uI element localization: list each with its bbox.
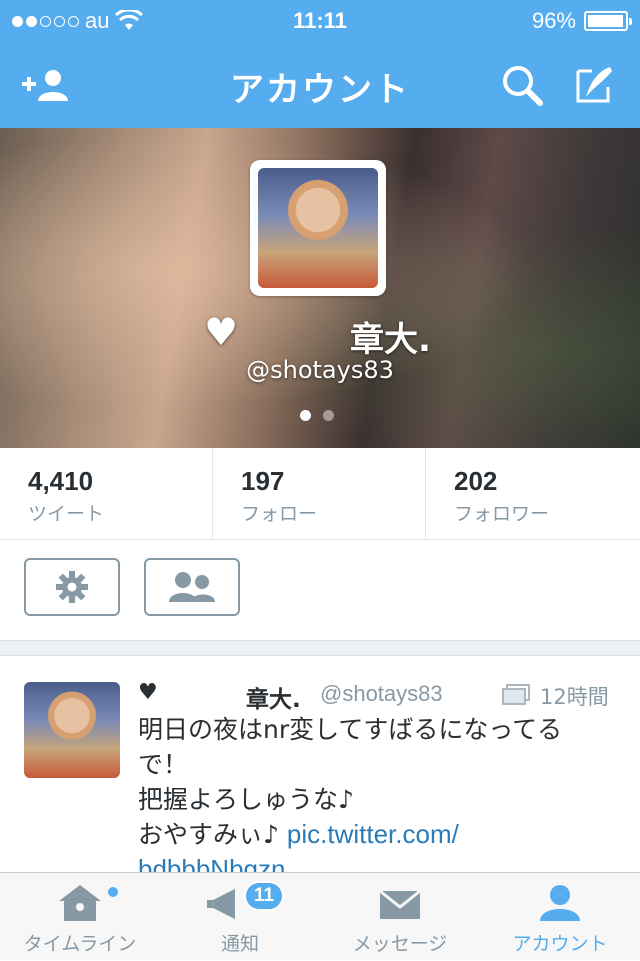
envelope-icon xyxy=(379,889,421,919)
new-tweets-indicator xyxy=(108,887,118,897)
tab-label: 通知 xyxy=(220,933,259,955)
status-bar: au 11:11 96% xyxy=(0,0,640,40)
stat-following-count: 197 xyxy=(241,466,285,496)
tweet-text-line: で！ xyxy=(138,750,189,779)
tweet-text-line: 把握よろしゅうな♪ xyxy=(138,785,354,814)
tweet-text-line: おやすみぃ♪ xyxy=(138,820,287,849)
tab-notifications[interactable]: 11 通知 xyxy=(160,873,320,961)
profile-stats: 4,410 ツイート 197 フォロー 202 フォロワー xyxy=(0,448,640,540)
page-dot xyxy=(323,410,334,421)
stat-followers-label: フォロワー xyxy=(454,503,550,525)
tweet-text-line: 明日の夜はnr変してすばるになってる xyxy=(138,715,563,744)
battery-percent: 96% xyxy=(531,8,576,33)
stat-tweets[interactable]: 4,410 ツイート xyxy=(0,448,213,540)
tweet-author-name: 章大. xyxy=(246,687,301,713)
profile-handle: @shotays83 xyxy=(246,356,394,384)
section-divider xyxy=(0,640,640,656)
stat-following-label: フォロー xyxy=(241,503,318,525)
profile-actions xyxy=(0,540,640,640)
page-dot-active xyxy=(300,410,311,421)
navigation-bar: アカウント xyxy=(0,40,640,128)
stat-tweets-label: ツイート xyxy=(28,503,105,525)
tab-messages[interactable]: メッセージ xyxy=(320,873,480,961)
tab-timeline[interactable]: タイムライン xyxy=(0,873,160,961)
tab-label: メッセージ xyxy=(352,933,448,955)
battery-icon xyxy=(584,11,632,31)
stat-tweets-count: 4,410 xyxy=(28,466,94,496)
heart-symbol: ♥ xyxy=(204,310,239,354)
media-icon xyxy=(502,684,530,705)
profile-name-row: ♥ 章大. xyxy=(0,310,640,360)
avatar-image xyxy=(258,168,378,288)
tweet-item[interactable]: ♥ 章大. @shotays83 12時間 明日の夜はnr変してすばるになってる… xyxy=(0,656,640,872)
tweet-link[interactable]: pic.twitter.com/ xyxy=(287,819,459,849)
settings-button[interactable] xyxy=(24,558,120,616)
compose-tweet-button[interactable] xyxy=(568,62,620,108)
tweet-link-continued[interactable]: bdbbbNbgzn xyxy=(138,854,285,872)
battery-status: 96% xyxy=(531,8,632,34)
people-icon xyxy=(169,572,215,602)
tweet-heart-symbol: ♥ xyxy=(138,680,158,705)
search-icon xyxy=(503,66,543,106)
search-button[interactable] xyxy=(496,62,548,108)
notification-badge: 11 xyxy=(244,881,284,911)
tweet-text: 明日の夜はnr変してすばるになってる で！ 把握よろしゅうな♪ おやすみぃ♪ p… xyxy=(138,712,618,872)
person-icon xyxy=(540,885,580,921)
people-button[interactable] xyxy=(144,558,240,616)
tweet-timestamp: 12時間 xyxy=(540,685,609,709)
compose-icon xyxy=(576,67,612,103)
home-icon xyxy=(59,885,101,921)
profile-avatar[interactable] xyxy=(250,160,386,296)
stat-followers[interactable]: 202 フォロワー xyxy=(426,448,640,540)
tweet-header: ♥ 章大. @shotays83 12時間 xyxy=(138,680,618,713)
tab-label: アカウント xyxy=(512,933,608,955)
gear-icon xyxy=(56,571,88,603)
stat-following[interactable]: 197 フォロー xyxy=(213,448,426,540)
tab-account[interactable]: アカウント xyxy=(480,873,640,961)
tab-label: タイムライン xyxy=(23,933,137,955)
profile-header[interactable]: ♥ 章大. @shotays83 xyxy=(0,128,640,448)
tweet-author-handle: @shotays83 xyxy=(320,681,443,706)
tab-bar: タイムライン 11 通知 メッセージ アカウント xyxy=(0,872,640,960)
bell-icon xyxy=(207,889,235,919)
header-page-indicator[interactable] xyxy=(300,410,334,421)
profile-name: 章大. xyxy=(350,320,431,360)
tweet-avatar[interactable] xyxy=(24,682,120,778)
stat-followers-count: 202 xyxy=(454,466,498,496)
